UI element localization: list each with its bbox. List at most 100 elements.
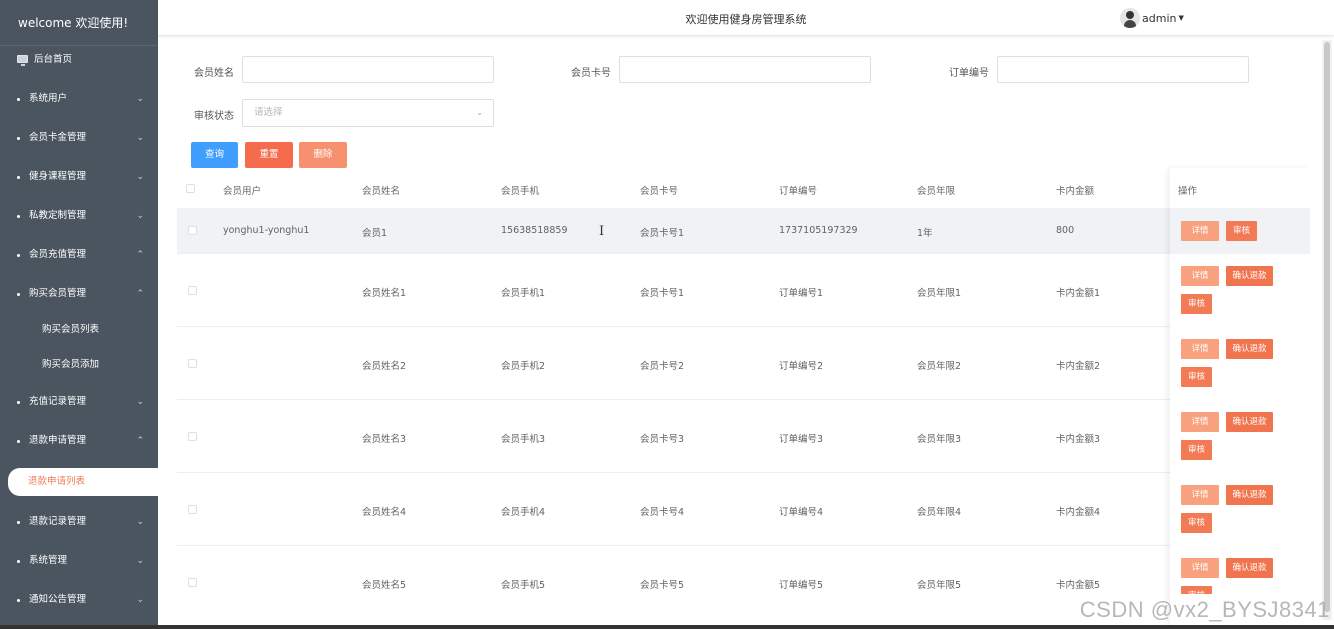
cell-amount: 卡内金额1 <box>1056 288 1101 299</box>
member-name-input[interactable] <box>242 56 494 83</box>
cell-phone: 会员手机3 <box>501 434 546 445</box>
sidebar-item-member-card[interactable]: 会员卡金管理 ⌄ <box>0 123 158 153</box>
cell-order: 1737105197329 <box>779 225 858 236</box>
sidebar-item-recharge[interactable]: 会员充值管理 ⌃ <box>0 240 158 270</box>
cell-order: 订单编号2 <box>779 361 824 372</box>
confirm-refund-button[interactable]: 确认退款 <box>1226 558 1273 578</box>
sidebar-item-label: 后台首页 <box>34 54 73 65</box>
detail-button[interactable]: 详情 <box>1181 221 1219 241</box>
confirm-refund-button[interactable]: 确认退款 <box>1226 485 1273 505</box>
sidebar-item-courses[interactable]: 健身课程管理 ⌄ <box>0 162 158 192</box>
user-menu[interactable]: admin ▼ <box>1120 8 1184 28</box>
confirm-refund-button[interactable]: 确认退款 <box>1226 339 1273 359</box>
sidebar-subitem-buy-list[interactable]: 购买会员列表 <box>0 316 158 344</box>
cell-phone: 15638518859 <box>501 225 568 236</box>
sidebar-item-refund-records[interactable]: 退款记录管理 ⌄ <box>0 507 158 537</box>
status-label: 审核状态 <box>194 111 234 122</box>
bottom-edge <box>0 625 1334 629</box>
column-header[interactable]: 订单编号 <box>779 183 817 197</box>
cell-name: 会员1 <box>362 228 388 239</box>
bullet-icon <box>17 98 20 101</box>
detail-button[interactable]: 详情 <box>1181 558 1219 578</box>
delete-button[interactable]: 删除 <box>299 142 347 168</box>
sidebar-item-home[interactable]: 后台首页 <box>0 45 158 75</box>
cell-amount: 卡内金额4 <box>1056 507 1101 518</box>
sidebar-item-refund-apply[interactable]: 退款申请管理 ⌃ <box>0 426 158 456</box>
row-checkbox[interactable] <box>188 286 197 295</box>
row-checkbox[interactable] <box>188 578 197 587</box>
table-row[interactable]: 会员姓名1 会员手机1 会员卡号1 订单编号1 会员年限1 卡内金额1 <box>177 254 1310 327</box>
cell-name: 会员姓名1 <box>362 288 407 299</box>
cell-order: 订单编号1 <box>779 288 824 299</box>
column-header[interactable]: 会员年限 <box>917 183 955 197</box>
detail-button[interactable]: 详情 <box>1181 412 1219 432</box>
audit-button[interactable]: 审核 <box>1181 367 1212 387</box>
chevron-up-icon: ⌃ <box>136 436 144 446</box>
chevron-down-icon: ⌄ <box>136 94 144 104</box>
cell-order: 订单编号4 <box>779 507 824 518</box>
order-no-input[interactable] <box>997 56 1249 83</box>
chevron-up-icon: ⌃ <box>136 250 144 260</box>
vertical-scrollbar[interactable] <box>1322 40 1332 620</box>
cell-name: 会员姓名3 <box>362 434 407 445</box>
audit-button[interactable]: 审核 <box>1181 294 1212 314</box>
caret-down-icon[interactable]: ▼ <box>1178 14 1183 22</box>
detail-button[interactable]: 详情 <box>1181 339 1219 359</box>
reset-button[interactable]: 重置 <box>245 142 293 168</box>
cell-name: 会员姓名5 <box>362 580 407 591</box>
watermark: CSDN @vx2_BYSJ8341 <box>1079 597 1330 622</box>
cell-phone: 会员手机4 <box>501 507 546 518</box>
column-header[interactable]: 会员姓名 <box>362 183 400 197</box>
sidebar-item-label: 退款申请管理 <box>29 435 87 446</box>
avatar[interactable] <box>1120 8 1140 28</box>
cell-amount: 800 <box>1056 225 1075 236</box>
username[interactable]: admin <box>1142 12 1176 25</box>
audit-button[interactable]: 审核 <box>1226 221 1257 241</box>
cell-years: 会员年限2 <box>917 361 962 372</box>
column-header: 操作 <box>1178 186 1198 197</box>
cell-name: 会员姓名4 <box>362 507 407 518</box>
status-select[interactable]: 请选择 ⌄ <box>242 99 494 127</box>
sidebar-item-system[interactable]: 系统管理 ⌄ <box>0 546 158 576</box>
cell-card: 会员卡号3 <box>640 434 685 445</box>
table-row[interactable]: 会员姓名4 会员手机4 会员卡号4 订单编号4 会员年限4 卡内金额4 <box>177 473 1310 546</box>
column-header[interactable]: 卡内金额 <box>1056 183 1094 197</box>
scrollbar-thumb[interactable] <box>1324 42 1330 612</box>
table-row[interactable]: 会员姓名2 会员手机2 会员卡号2 订单编号2 会员年限2 卡内金额2 <box>177 327 1310 400</box>
confirm-refund-button[interactable]: 确认退款 <box>1226 266 1273 286</box>
column-header[interactable]: 会员手机 <box>501 183 539 197</box>
audit-button[interactable]: 审核 <box>1181 513 1212 533</box>
cell-card: 会员卡号2 <box>640 361 685 372</box>
sidebar-item-notices[interactable]: 通知公告管理 ⌄ <box>0 585 158 615</box>
sidebar-item-private-coach[interactable]: 私教定制管理 ⌄ <box>0 201 158 231</box>
chevron-down-icon: ⌄ <box>136 397 144 407</box>
row-checkbox[interactable] <box>188 505 197 514</box>
select-all-checkbox[interactable] <box>186 184 195 193</box>
sidebar-subitem-buy-add[interactable]: 购买会员添加 <box>0 351 158 379</box>
sidebar-item-label: 私教定制管理 <box>29 210 87 221</box>
query-button[interactable]: 查询 <box>191 142 238 168</box>
sidebar-item-recharge-records[interactable]: 充值记录管理 ⌄ <box>0 387 158 417</box>
sidebar-item-system-users[interactable]: 系统用户 ⌄ <box>0 84 158 114</box>
order-no-label: 订单编号 <box>949 68 989 79</box>
sidebar-subitem-refund-list[interactable]: 退款申请列表 <box>8 468 158 496</box>
chevron-down-icon: ⌄ <box>136 172 144 182</box>
table-row[interactable]: 会员姓名3 会员手机3 会员卡号3 订单编号3 会员年限3 卡内金额3 <box>177 400 1310 473</box>
confirm-refund-button[interactable]: 确认退款 <box>1226 412 1273 432</box>
column-header[interactable]: 会员用户 <box>223 183 261 197</box>
detail-button[interactable]: 详情 <box>1181 266 1219 286</box>
row-checkbox[interactable] <box>188 359 197 368</box>
cell-card: 会员卡号1 <box>640 288 685 299</box>
column-header[interactable]: 会员卡号 <box>640 183 678 197</box>
operations-column: 操作 详情 审核 详情 确认退款 审核 详情 确认退款 审核 详情 确认退款 审… <box>1170 168 1310 629</box>
sidebar-item-buy-member[interactable]: 购买会员管理 ⌃ <box>0 279 158 309</box>
row-checkbox[interactable] <box>188 226 197 235</box>
audit-button[interactable]: 审核 <box>1181 440 1212 460</box>
row-checkbox[interactable] <box>188 432 197 441</box>
audit-button[interactable]: 审核 <box>1181 586 1212 594</box>
member-card-input[interactable] <box>619 56 871 83</box>
table-row[interactable]: yonghu1-yonghu1 会员1 15638518859 会员卡号1 17… <box>177 208 1310 254</box>
detail-button[interactable]: 详情 <box>1181 485 1219 505</box>
monitor-icon <box>17 55 28 66</box>
cell-order: 订单编号5 <box>779 580 824 591</box>
